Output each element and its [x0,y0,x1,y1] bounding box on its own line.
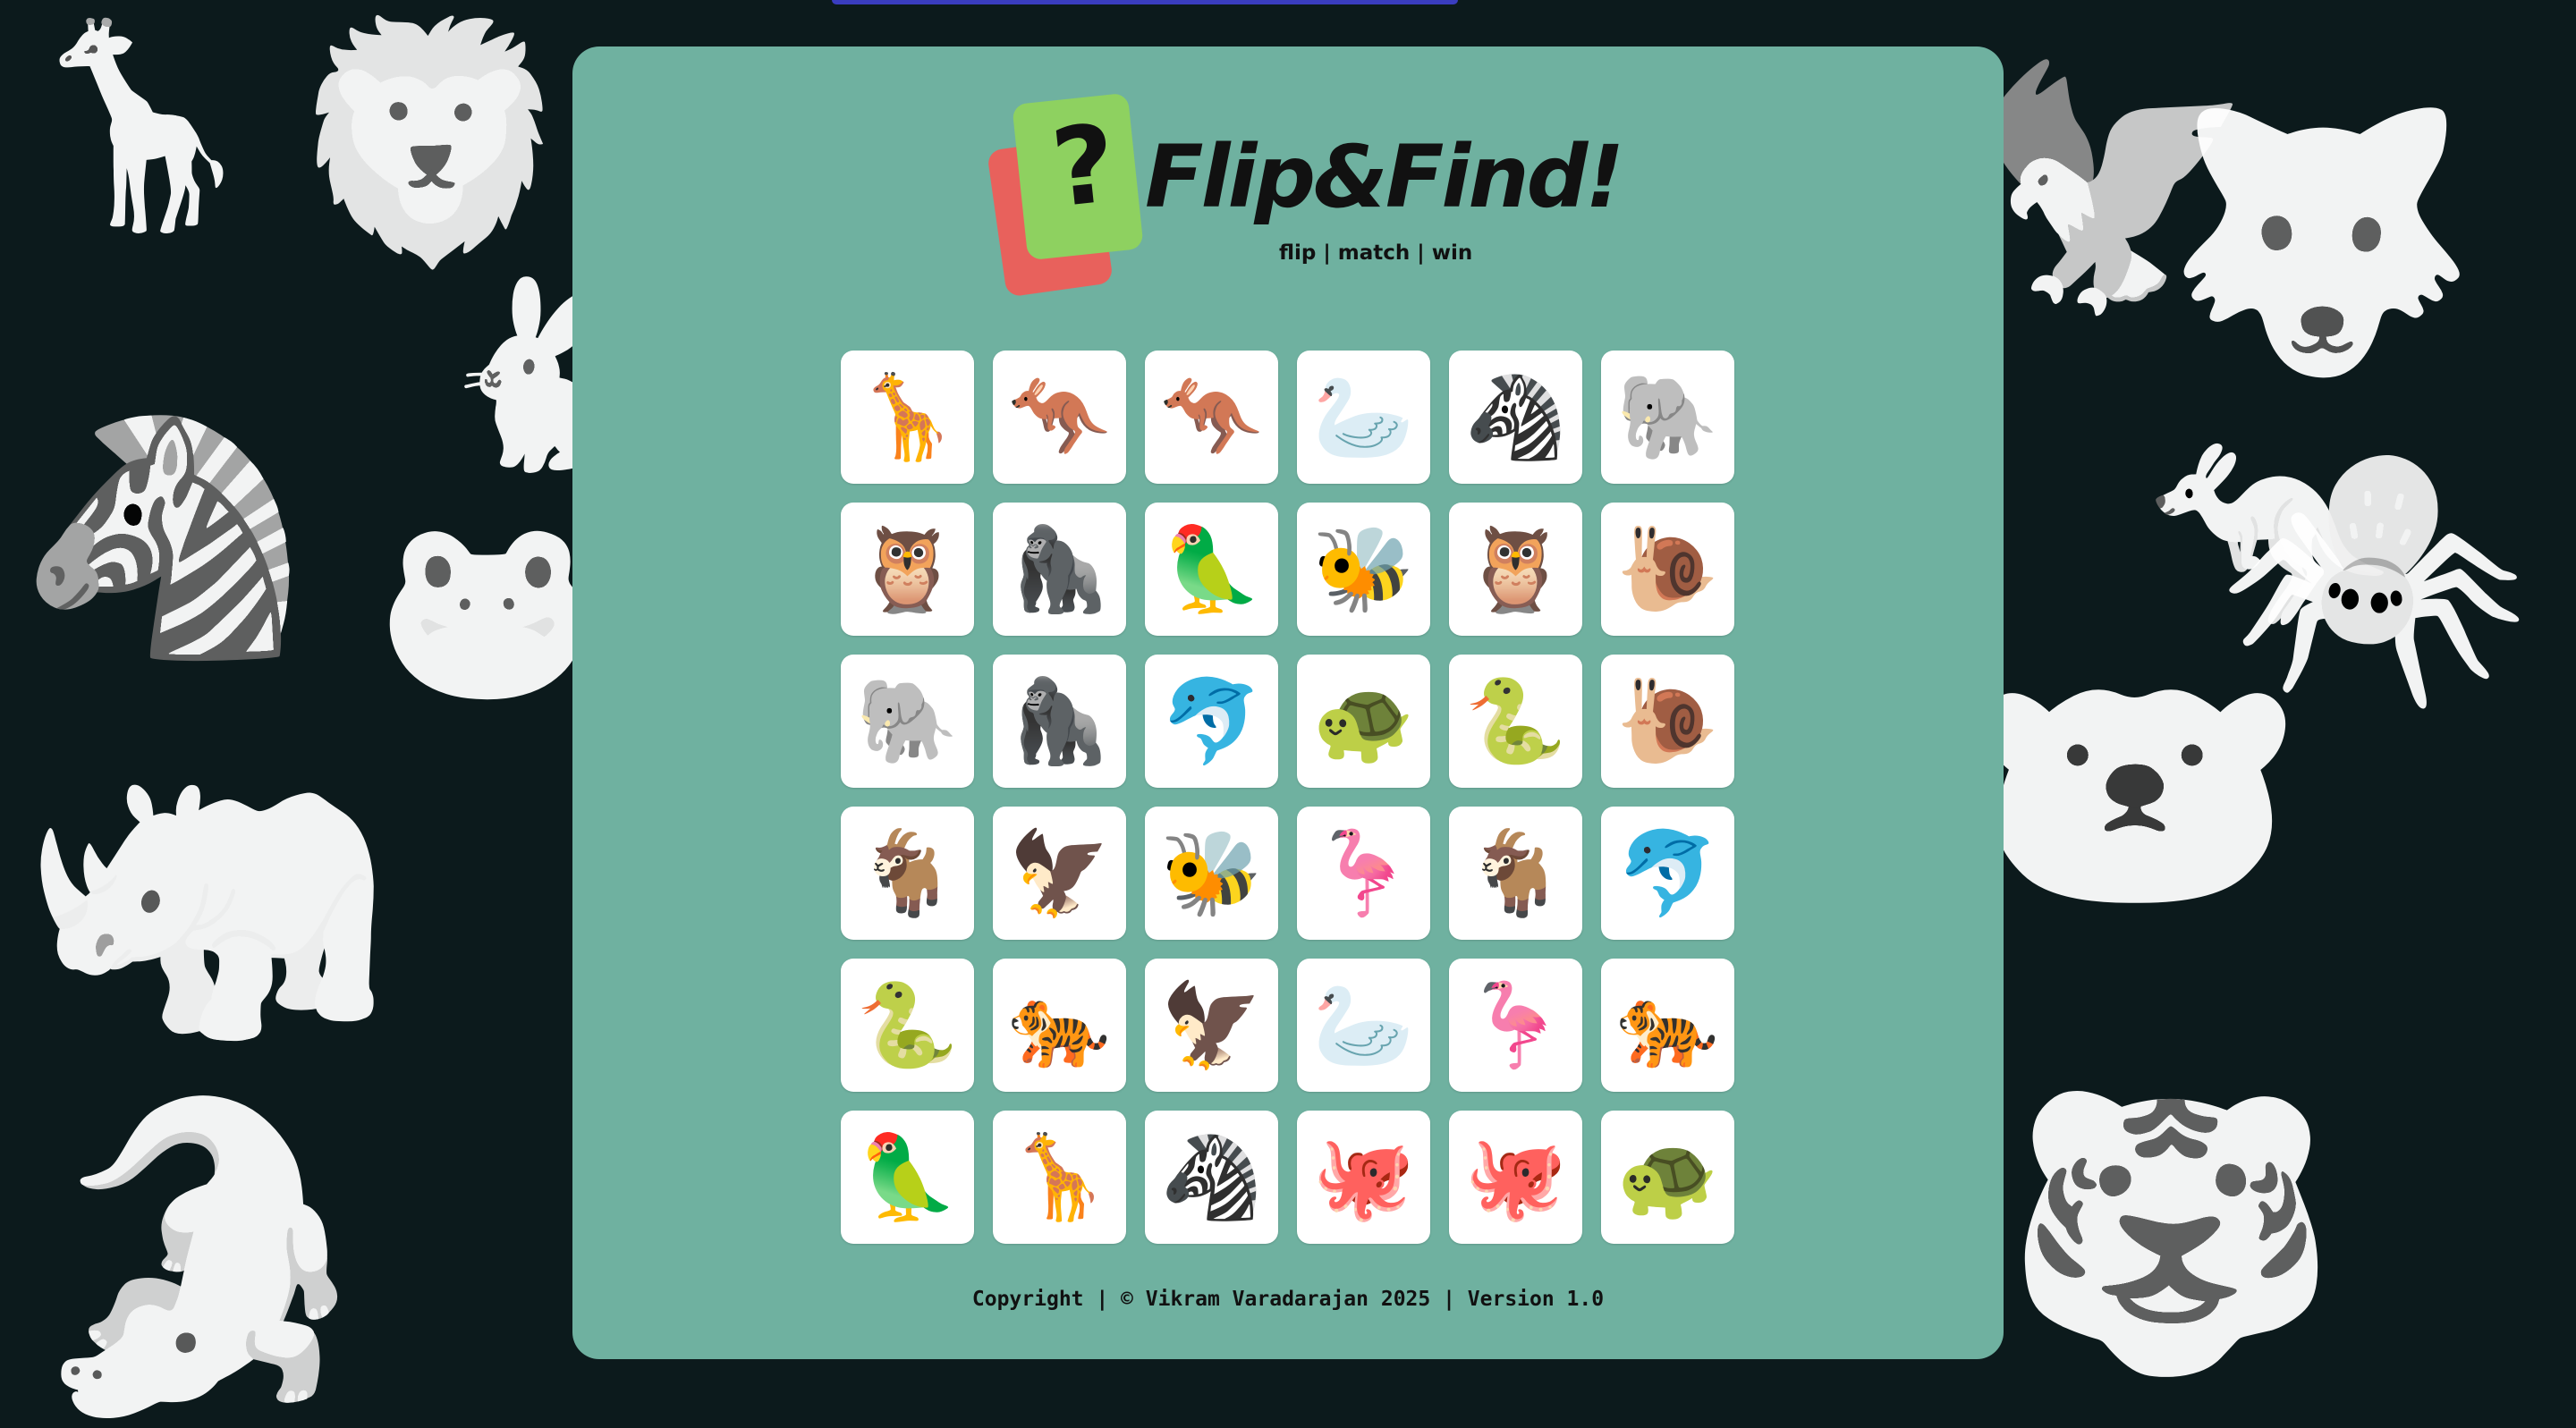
card-tile[interactable]: 🐐 [1449,807,1582,940]
app-logo: ? Flip&Find! flip | match | win [987,89,1624,304]
octopus-icon: 🐙 [1464,1128,1567,1225]
octopus-icon: 🐙 [1312,1128,1415,1225]
card-tile[interactable]: 🐢 [1297,655,1430,788]
gorilla-icon: 🦍 [1008,520,1111,617]
bee-icon: 🐝 [1312,520,1415,617]
card-tile[interactable]: 🦅 [993,807,1126,940]
card-tile[interactable]: 🐙 [1297,1111,1430,1244]
turtle-icon: 🐢 [1616,1128,1719,1225]
footer-copyright: Copyright | © Vikram Varadarajan 2025 | … [971,1288,1605,1311]
card-tile[interactable]: 🦅 [1145,959,1278,1092]
swan-icon: 🦢 [1312,368,1415,465]
kangaroo-icon: 🦘 [1008,368,1111,465]
card-tile[interactable]: 🦢 [1297,959,1430,1092]
card-tile[interactable]: 🦉 [1449,503,1582,636]
card-tile[interactable]: 🐙 [1449,1111,1582,1244]
card-tile[interactable]: 🐍 [841,959,974,1092]
goat-icon: 🐐 [1464,824,1567,921]
owl-icon: 🦉 [1464,520,1567,617]
card-tile[interactable]: 🦒 [841,351,974,484]
eagle-icon: 🦅 [1008,824,1111,921]
snail-icon: 🐌 [1616,520,1719,617]
logo-card-front: ? [1012,92,1144,261]
card-grid: 🦒 🦘 🦘 🦢 🦓 🐘 🦉 🦍 🦜 🐝 🦉 🐌 🐘 🦍 🐬 🐢 🐍 🐌 🐐 🦅 🐝 🦩 🐐 🐬 🐍 🐅 🦅 🦢 🦩 🐅 🦜 🦒 🦓 🐙 🐙 🐢 [841,351,1734,1244]
card-tile[interactable]: 🐬 [1601,807,1734,940]
card-tile[interactable]: 🐢 [1601,1111,1734,1244]
polar-bear-icon: 🐻‍❄️ [1968,639,2302,951]
giraffe-icon: 🦒 [856,368,959,465]
card-tile[interactable]: 🦉 [841,503,974,636]
swan-icon: 🦢 [1312,976,1415,1073]
rhino-icon: 🦏 [18,708,397,1062]
card-tile[interactable]: 🦜 [1145,503,1278,636]
goat-icon: 🐐 [856,824,959,921]
dolphin-icon: 🐬 [1160,672,1263,769]
card-tile[interactable]: 🦩 [1297,807,1430,940]
card-tile[interactable]: 🐌 [1601,503,1734,636]
wolf-icon: 🐺 [2165,96,2477,387]
snake-icon: 🐍 [856,976,959,1073]
card-tile[interactable]: 🦜 [841,1111,974,1244]
elephant-icon: 🐘 [856,672,959,769]
tiger-icon: 🐅 [1008,976,1111,1073]
card-tile[interactable]: 🐌 [1601,655,1734,788]
card-tile[interactable]: 🐘 [1601,351,1734,484]
question-card-icon: ? [1046,101,1122,232]
dolphin-icon: 🐬 [1616,824,1719,921]
parrot-icon: 🦜 [1160,520,1263,617]
frog-icon: 🐸 [376,503,599,712]
elephant-icon: 🐘 [1616,368,1719,465]
card-tile[interactable]: 🐘 [841,655,974,788]
zebra-icon: 🦓 [18,401,308,672]
card-tile[interactable]: 🦍 [993,503,1126,636]
owl-icon: 🦉 [856,520,959,617]
card-tile[interactable]: 🐬 [1145,655,1278,788]
parrot-icon: 🦜 [856,1128,959,1225]
tiger-icon: 🐅 [1616,976,1719,1073]
card-tile[interactable]: 🐝 [1145,807,1278,940]
flamingo-icon: 🦩 [1464,976,1567,1073]
card-tile[interactable]: 🦍 [993,655,1126,788]
app-title: Flip&Find! [1145,127,1624,227]
card-tile[interactable]: 🦘 [993,351,1126,484]
card-tile[interactable]: 🦒 [993,1111,1126,1244]
top-accent-bar [832,0,1458,4]
lion-icon: 🦁 [286,8,576,278]
eagle-icon: 🦅 [1160,976,1263,1073]
card-tile[interactable]: 🐝 [1297,503,1430,636]
card-tile[interactable]: 🦩 [1449,959,1582,1092]
zebra-icon: 🦓 [1464,368,1567,465]
card-tile[interactable]: 🦢 [1297,351,1430,484]
tiger-icon: 🐯 [2004,1077,2338,1390]
card-tile[interactable]: 🐐 [841,807,974,940]
flamingo-icon: 🦩 [1312,824,1415,921]
turtle-icon: 🐢 [1312,672,1415,769]
app-tagline: flip | match | win [1279,241,1473,265]
snail-icon: 🐌 [1616,672,1719,769]
kangaroo-icon: 🦘 [1160,368,1263,465]
giraffe-icon: 🦒 [18,11,263,240]
bee-icon: 🐝 [1160,824,1263,921]
card-tile[interactable]: 🐍 [1449,655,1582,788]
card-tile[interactable]: 🐅 [993,959,1126,1092]
card-tile[interactable]: 🦓 [1145,1111,1278,1244]
card-tile[interactable]: 🦘 [1145,351,1278,484]
zebra-icon: 🦓 [1160,1128,1263,1225]
giraffe-icon: 🦒 [1008,1128,1111,1225]
crocodile-icon: 🐊 [18,1085,386,1428]
card-tile[interactable]: 🦓 [1449,351,1582,484]
card-tile[interactable]: 🐅 [1601,959,1734,1092]
gorilla-icon: 🦍 [1008,672,1111,769]
snake-icon: 🐍 [1464,672,1567,769]
